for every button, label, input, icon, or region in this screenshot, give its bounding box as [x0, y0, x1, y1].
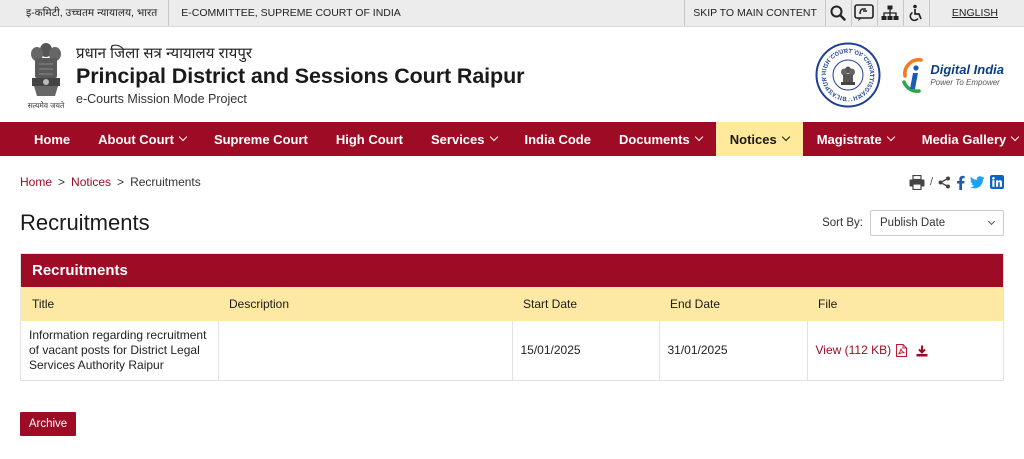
- site-header: सत्यमेव जयते प्रधान जिला सत्र न्यायालय र…: [0, 27, 1024, 122]
- ecommittee-link[interactable]: E-COMMITTEE, SUPREME COURT OF INDIA: [168, 0, 412, 26]
- share-tools: /: [909, 174, 1004, 190]
- brand-text: प्रधान जिला सत्र न्यायालय रायपुर Princip…: [76, 43, 525, 106]
- cell-description: [218, 321, 513, 380]
- nav-label: Home: [34, 131, 71, 147]
- digital-india-logo[interactable]: Digital India Power To Empower: [901, 56, 1004, 94]
- topbar-tools: SKIP TO MAIN CONTENT ENGLISH: [684, 0, 1024, 26]
- digital-india-tagline: Power To Empower: [930, 78, 1000, 87]
- download-icon[interactable]: [916, 345, 928, 357]
- nav-services[interactable]: Services: [417, 122, 511, 156]
- archive-button[interactable]: Archive: [20, 412, 76, 436]
- nav-notices[interactable]: Notices: [715, 122, 803, 156]
- skip-to-main-link[interactable]: SKIP TO MAIN CONTENT: [684, 0, 826, 26]
- sort-label: Sort By:: [822, 217, 863, 229]
- pdf-icon: [896, 344, 908, 357]
- nav-label: About Court: [98, 131, 174, 147]
- column-header-description[interactable]: Description: [218, 287, 512, 321]
- table-row: Information regarding recruitment of vac…: [21, 321, 1003, 380]
- sort-selected-value: Publish Date: [880, 217, 946, 229]
- cell-title: Information regarding recruitment of vac…: [21, 321, 219, 380]
- table-header-row: Title Description Start Date End Date Fi…: [21, 287, 1003, 321]
- accessibility-icon[interactable]: [904, 0, 930, 26]
- column-header-title[interactable]: Title: [21, 287, 218, 321]
- high-court-seal-icon[interactable]: HIGH COURT OF CHHATTISGARH · BILASPUR: [815, 42, 881, 108]
- sign-language-icon[interactable]: [852, 0, 878, 26]
- sitemap-icon[interactable]: [878, 0, 904, 26]
- ashoka-emblem-icon: [31, 42, 61, 96]
- nav-media-gallery[interactable]: Media Gallery: [908, 122, 1024, 156]
- nav-label: Magistrate: [816, 131, 882, 147]
- facebook-icon[interactable]: [956, 175, 965, 190]
- share-icon[interactable]: [938, 176, 951, 189]
- sort-select[interactable]: Publish Date: [870, 210, 1004, 236]
- recruitments-panel: Recruitments Title Description Start Dat…: [20, 253, 1004, 381]
- court-subtitle: e-Courts Mission Mode Project: [76, 92, 247, 106]
- breadcrumb-notices[interactable]: Notices: [71, 175, 111, 189]
- chevron-down-icon: [694, 132, 703, 142]
- cell-file: View (112 KB): [807, 321, 1003, 380]
- top-utility-bar: इ-कमिटी, उच्चतम न्यायालय, भारत E-COMMITT…: [0, 0, 1024, 27]
- national-emblem: सत्यमेव जयते: [20, 35, 72, 115]
- nav-label: Media Gallery: [921, 131, 1007, 147]
- breadcrumb-current: Recruitments: [130, 175, 201, 189]
- cell-end-date: 31/01/2025: [659, 321, 808, 380]
- column-header-end-date[interactable]: End Date: [659, 287, 807, 321]
- nav-high-court[interactable]: High Court: [322, 122, 417, 156]
- main-navigation: Home About Court Supreme Court High Cour…: [0, 122, 1024, 156]
- panel-heading: Recruitments: [21, 254, 1003, 287]
- nav-about-court[interactable]: About Court: [84, 122, 200, 156]
- cell-start-date: 15/01/2025: [512, 321, 660, 380]
- nav-label: India Code: [524, 131, 591, 147]
- nav-label: Supreme Court: [213, 131, 308, 147]
- digital-india-text: Digital India Power To Empower: [930, 62, 1004, 87]
- chevron-down-icon: [178, 132, 188, 142]
- brand[interactable]: सत्यमेव जयते प्रधान जिला सत्र न्यायालय र…: [0, 35, 525, 115]
- hindi-ecommittee-link[interactable]: इ-कमिटी, उच्चतम न्यायालय, भारत: [0, 0, 168, 26]
- linkedin-icon[interactable]: [990, 175, 1004, 189]
- breadcrumb-separator: >: [58, 175, 66, 189]
- nav-home[interactable]: Home: [20, 122, 84, 156]
- chevron-down-icon: [886, 132, 895, 142]
- court-title-hindi: प्रधान जिला सत्र न्यायालय रायपुर: [76, 45, 252, 62]
- breadcrumb-separator: >: [117, 175, 125, 189]
- search-icon[interactable]: [826, 0, 852, 26]
- nav-label: Documents: [618, 131, 690, 147]
- nav-india-code[interactable]: India Code: [511, 122, 605, 156]
- breadcrumb-home[interactable]: Home: [20, 175, 52, 189]
- chevron-down-icon: [987, 217, 996, 226]
- column-header-file: File: [818, 297, 838, 311]
- breadcrumb-row: Home > Notices > Recruitments /: [20, 156, 1004, 208]
- twitter-icon[interactable]: [970, 175, 985, 189]
- chevron-down-icon: [1011, 132, 1020, 142]
- digital-india-title: Digital India: [930, 62, 1004, 77]
- nav-supreme-court[interactable]: Supreme Court: [200, 122, 322, 156]
- topbar-links: इ-कमिटी, उच्चतम न्यायालय, भारत E-COMMITT…: [0, 0, 412, 26]
- sort-control: Sort By: Publish Date: [822, 210, 1004, 236]
- breadcrumb: Home > Notices > Recruitments: [20, 175, 201, 189]
- chevron-down-icon: [489, 132, 498, 142]
- view-file-link[interactable]: View (112 KB): [816, 343, 908, 358]
- partner-logos: HIGH COURT OF CHHATTISGARH · BILASPUR Di…: [815, 42, 1024, 108]
- share-separator: /: [929, 176, 933, 188]
- column-header-start-date[interactable]: Start Date: [512, 287, 659, 321]
- digital-india-icon: [902, 57, 924, 93]
- nav-label: Services: [431, 131, 485, 147]
- title-row: Recruitments Sort By: Publish Date: [20, 208, 1004, 238]
- nav-label: Notices: [729, 131, 777, 147]
- court-title: Principal District and Sessions Court Ra…: [76, 64, 525, 88]
- language-selector[interactable]: ENGLISH: [930, 7, 1024, 19]
- recruitments-table: Title Description Start Date End Date Fi…: [21, 287, 1003, 380]
- main-content: Home > Notices > Recruitments / Recruitm…: [0, 156, 1024, 436]
- nav-magistrate[interactable]: Magistrate: [803, 122, 908, 156]
- emblem-motto: सत्यमेव जयते: [27, 100, 65, 110]
- page-title: Recruitments: [20, 210, 150, 235]
- nav-label: High Court: [335, 131, 403, 147]
- view-file-label: View (112 KB): [815, 343, 892, 357]
- print-icon[interactable]: [909, 174, 925, 190]
- nav-documents[interactable]: Documents: [605, 122, 716, 156]
- chevron-down-icon: [781, 132, 790, 142]
